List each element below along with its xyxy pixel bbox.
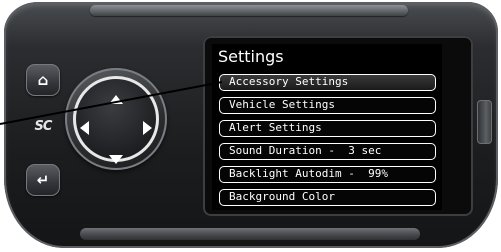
arrow-up-icon[interactable] (109, 95, 123, 104)
menu-item-backlight-autodim[interactable]: Backlight Autodim - 99% (219, 166, 436, 183)
menu-item-accessory-settings[interactable]: Accessory Settings (219, 74, 436, 91)
menu-item-vehicle-settings[interactable]: Vehicle Settings (219, 97, 436, 114)
menu-item-sound-duration[interactable]: Sound Duration - 3 sec (219, 143, 436, 160)
return-arrow-icon: ↵ (36, 171, 50, 189)
arrow-left-icon[interactable] (80, 121, 89, 135)
device-side-tab (477, 100, 492, 144)
back-button[interactable]: ↵ (26, 164, 60, 196)
brand-logo: SC (34, 119, 53, 134)
directional-pad[interactable] (73, 76, 159, 162)
device-bottom-trim (80, 228, 420, 240)
home-button[interactable]: ⌂ (26, 64, 60, 96)
screen-title: Settings (218, 47, 284, 66)
device-top-trim (90, 5, 408, 16)
menu-item-alert-settings[interactable]: Alert Settings (219, 120, 436, 137)
home-icon: ⌂ (37, 71, 49, 89)
menu-item-background-color[interactable]: Background Color (219, 189, 436, 206)
arrow-down-icon[interactable] (109, 155, 123, 164)
arrow-right-icon[interactable] (143, 121, 152, 135)
